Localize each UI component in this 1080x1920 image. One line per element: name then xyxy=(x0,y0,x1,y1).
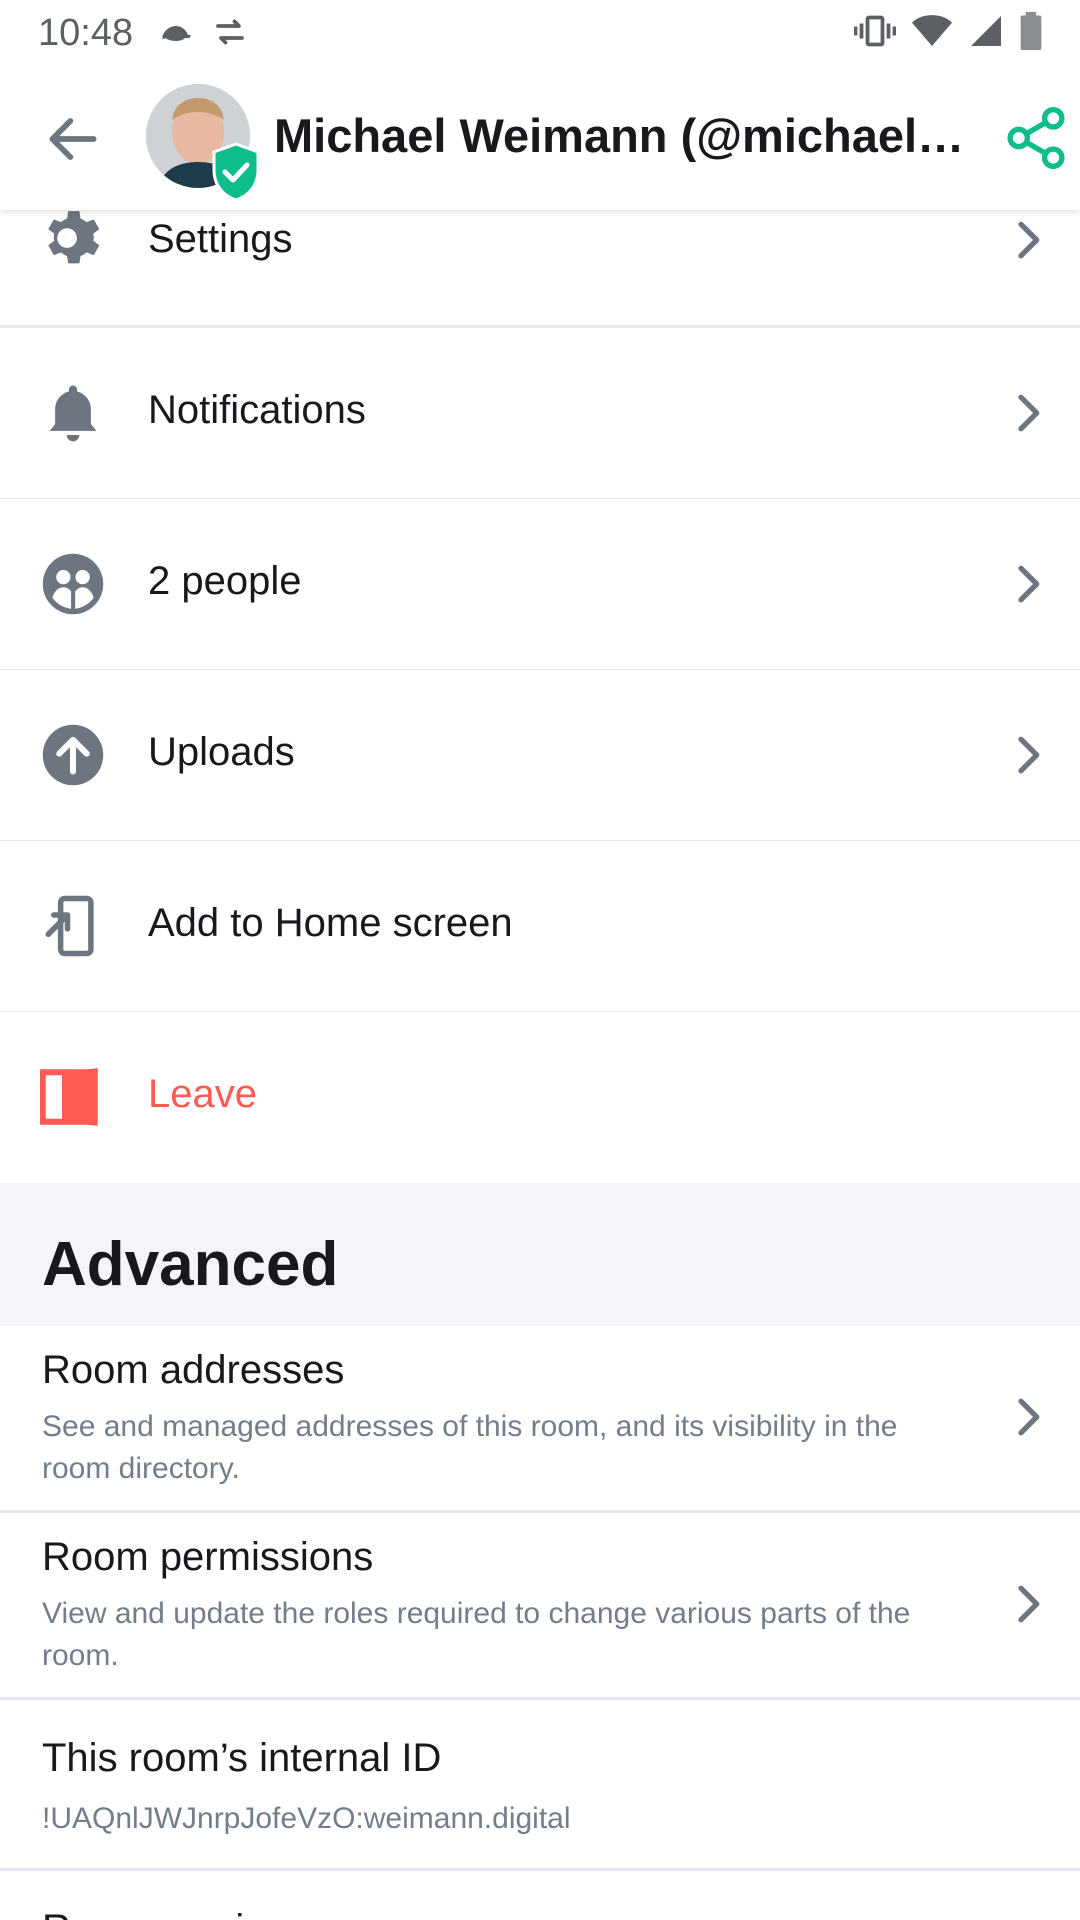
app-bar: Michael Weimann (@michaelw:… xyxy=(0,64,1080,210)
item-description: See and managed addresses of this room, … xyxy=(42,1410,898,1485)
upload-icon xyxy=(42,724,104,786)
menu-item-label: Leave xyxy=(148,1072,257,1116)
menu-item-notifications[interactable]: Notifications xyxy=(0,328,1080,501)
turtle-icon xyxy=(162,26,191,41)
item-title: Room addresses xyxy=(42,1348,345,1392)
menu-item-leave[interactable]: Leave xyxy=(0,1012,1080,1183)
menu-item-label: Settings xyxy=(148,217,293,261)
vibrate-icon xyxy=(854,15,896,47)
cell-signal-icon xyxy=(971,16,1001,46)
leave-door-icon xyxy=(40,1068,98,1126)
status-time: 10:48 xyxy=(38,12,134,54)
menu-item-label: Add to Home screen xyxy=(148,901,513,945)
chevron-right-icon xyxy=(1018,565,1040,603)
item-description: View and update the roles required to ch… xyxy=(42,1597,911,1672)
back-arrow-icon[interactable] xyxy=(42,108,104,170)
room-internal-id-item[interactable]: This room’s internal ID !UAQnlJWJnrpJofe… xyxy=(0,1700,1080,1871)
menu-item-label: Notifications xyxy=(148,388,366,432)
room-version-item-partial[interactable]: Room version xyxy=(0,1871,1080,1920)
gear-icon xyxy=(48,211,100,264)
room-avatar[interactable] xyxy=(146,84,264,202)
verified-shield-icon xyxy=(212,142,260,202)
status-bar: 10:48 xyxy=(0,0,1080,64)
menu-item-uploads[interactable]: Uploads xyxy=(0,670,1080,843)
bell-icon xyxy=(49,385,97,442)
item-title: Room permissions xyxy=(42,1535,374,1579)
room-title: Michael Weimann (@michaelw:… xyxy=(274,109,974,162)
menu-item-label: 2 people xyxy=(148,559,302,603)
room-id-value: !UAQnlJWJnrpJofeVzO:weimann.digital xyxy=(42,1802,571,1835)
wifi-icon xyxy=(912,15,952,46)
menu-item-label: Uploads xyxy=(148,730,295,774)
chevron-right-icon xyxy=(1018,736,1040,774)
chevron-right-icon xyxy=(1018,221,1040,259)
chevron-right-icon xyxy=(1018,1585,1040,1623)
section-title: Advanced xyxy=(42,1230,339,1299)
chevron-right-icon xyxy=(1018,394,1040,432)
battery-icon xyxy=(1020,12,1042,50)
section-header-advanced: Advanced xyxy=(0,1183,1080,1326)
data-saver-icon xyxy=(216,19,244,45)
menu-item-add-to-home[interactable]: Add to Home screen xyxy=(0,841,1080,1014)
add-to-home-icon xyxy=(45,895,94,957)
room-permissions-item[interactable]: Room permissions View and update the rol… xyxy=(0,1513,1080,1700)
people-icon xyxy=(42,553,104,615)
chevron-right-icon xyxy=(1018,1398,1040,1436)
item-title: Room version xyxy=(42,1907,289,1920)
item-title: This room’s internal ID xyxy=(42,1736,442,1780)
room-addresses-item[interactable]: Room addresses See and managed addresses… xyxy=(0,1326,1080,1513)
menu-item-people[interactable]: 2 people xyxy=(0,499,1080,672)
share-icon[interactable] xyxy=(1006,106,1066,170)
